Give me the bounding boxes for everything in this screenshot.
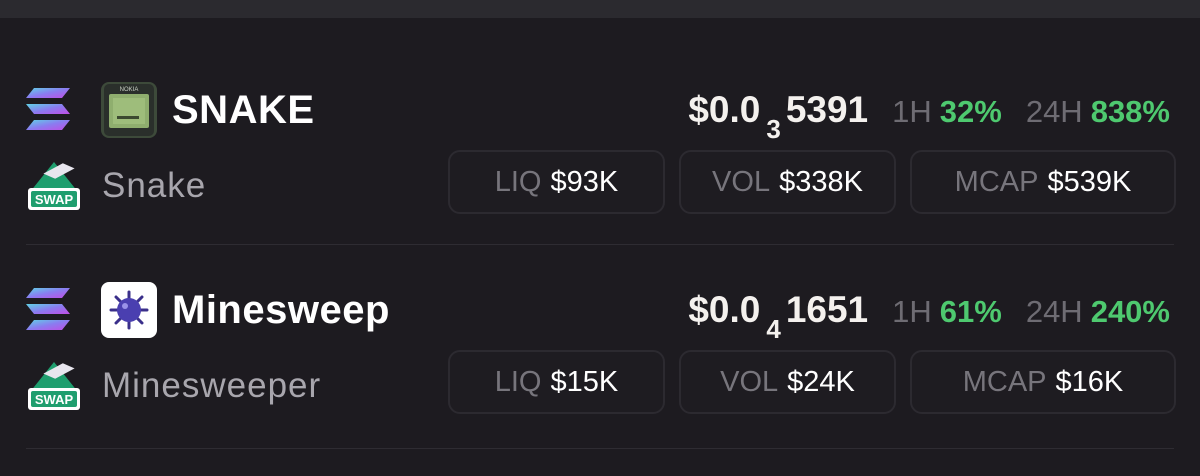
change-1h-value: 61%: [939, 294, 1002, 329]
swap-icon[interactable]: SWAP: [26, 358, 82, 414]
nokia-label: NOKIA: [120, 87, 139, 93]
swap-icon[interactable]: SWAP: [26, 158, 82, 214]
change-24h-label: 24H: [1025, 94, 1083, 129]
price-digits: 1651: [785, 289, 869, 330]
price-prefix: $0.0: [688, 289, 761, 330]
token-name: Snake: [102, 166, 207, 205]
swap-label: SWAP: [35, 192, 74, 207]
price-zero-count: 3: [766, 114, 781, 144]
token-symbol: Minesweep: [172, 288, 390, 332]
mcap-pill: MCAP $16K: [910, 350, 1176, 414]
nokia-phone-icon: NOKIA: [101, 82, 157, 138]
solana-icon: [26, 86, 70, 132]
change-1h-label: 1H: [892, 94, 932, 129]
liq-label: LIQ: [494, 165, 542, 198]
row-divider: [26, 448, 1174, 449]
mine-icon: [101, 282, 157, 338]
mcap-pill: MCAP $539K: [910, 150, 1176, 214]
price-prefix: $0.0: [688, 89, 761, 130]
vol-value: $24K: [787, 365, 855, 398]
change-24h-value: 838%: [1090, 94, 1170, 129]
vol-label: VOL: [712, 165, 771, 198]
price-digits: 5391: [785, 89, 869, 130]
mcap-label: MCAP: [954, 165, 1039, 198]
token-price: $0.0 4 1651: [688, 282, 868, 357]
price-zero-count: 4: [766, 314, 781, 344]
liq-label: LIQ: [494, 365, 542, 398]
mcap-label: MCAP: [962, 365, 1047, 398]
mcap-value: $16K: [1055, 365, 1124, 398]
row-divider: [26, 244, 1174, 245]
liquidity-pill: LIQ $15K: [448, 350, 665, 414]
change-24h-label: 24H: [1025, 294, 1083, 329]
volume-pill: VOL $24K: [679, 350, 896, 414]
change-1h-label: 1H: [892, 294, 932, 329]
liq-value: $15K: [550, 365, 619, 398]
token-name: Minesweeper: [102, 366, 322, 405]
price-line: $0.0 3 5391 1H 32% 24H 838%: [688, 82, 1170, 144]
solana-icon: [26, 286, 70, 332]
top-bar: [0, 0, 1200, 18]
vol-value: $338K: [779, 165, 863, 198]
token-row-minesweep[interactable]: Minesweep SWAP Minesweeper $0.0 4 1651 1H …: [0, 262, 1200, 462]
volume-pill: VOL $338K: [679, 150, 896, 214]
token-symbol: SNAKE: [172, 88, 315, 132]
token-price: $0.0 3 5391: [688, 82, 868, 157]
mcap-value: $539K: [1047, 165, 1132, 198]
swap-label: SWAP: [35, 392, 74, 407]
token-row-snake[interactable]: NOKIA SNAKE SWAP Snake $0.0 3 5391 1H 32% …: [0, 62, 1200, 262]
vol-label: VOL: [720, 365, 779, 398]
liquidity-pill: LIQ $93K: [448, 150, 665, 214]
price-line: $0.0 4 1651 1H 61% 24H 240%: [688, 282, 1170, 344]
liq-value: $93K: [550, 165, 619, 198]
change-1h-value: 32%: [939, 94, 1002, 129]
change-24h-value: 240%: [1090, 294, 1170, 329]
